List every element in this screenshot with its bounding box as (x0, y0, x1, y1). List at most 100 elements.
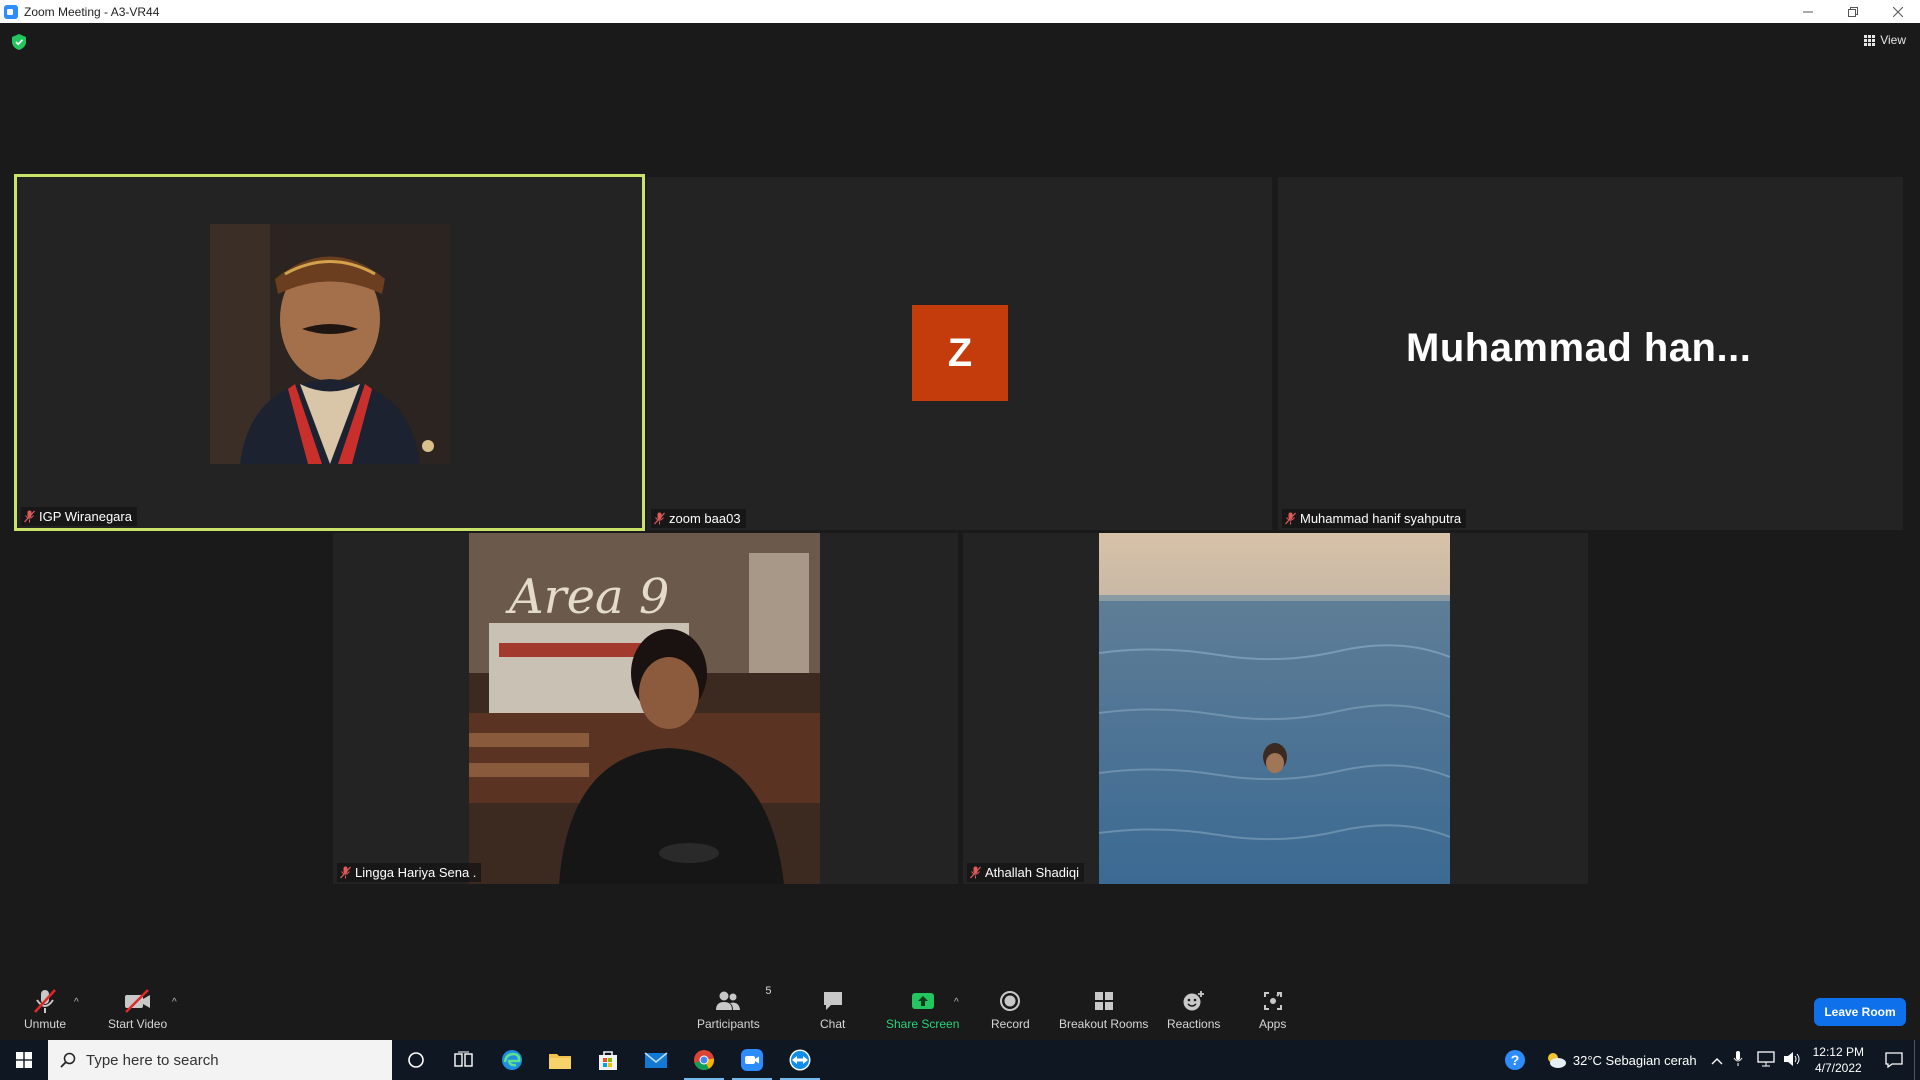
avatar: Z (912, 305, 1008, 401)
microphone-icon (1733, 1050, 1743, 1066)
chevron-up-icon (1711, 1057, 1723, 1064)
help-button[interactable]: ? (1495, 1049, 1535, 1071)
task-view-button[interactable] (440, 1040, 488, 1080)
windows-taskbar: Type here to search ? 32°C Sebagian cera… (0, 1040, 1920, 1080)
video-tile-athallah-shadiqi[interactable]: Athallah Shadiqi (963, 533, 1588, 884)
participants-button[interactable]: 5 Participants (697, 985, 771, 1031)
mail-icon (644, 1052, 668, 1068)
reactions-button[interactable]: Reactions (1167, 988, 1220, 1031)
zoom-icon (741, 1049, 763, 1071)
share-options-chevron-up-icon[interactable]: ^ (954, 997, 959, 1008)
svg-text:?: ? (1511, 1052, 1520, 1068)
participant-name-tag: IGP Wiranegara (21, 507, 137, 526)
apps-icon (1262, 988, 1284, 1014)
show-desktop-button[interactable] (1914, 1040, 1920, 1080)
notifications-button[interactable] (1874, 1052, 1914, 1068)
encryption-shield-icon[interactable] (12, 34, 26, 50)
chat-icon (822, 988, 844, 1014)
close-button[interactable] (1875, 0, 1920, 23)
record-icon (999, 988, 1021, 1014)
show-hidden-icons-button[interactable] (1711, 1053, 1727, 1068)
audio-options-chevron-up-icon[interactable]: ^ (74, 997, 79, 1008)
mic-muted-icon (1285, 512, 1296, 525)
video-tile-lingga-hariya-sena[interactable]: Area 9 Lingga Hariya Sena . (333, 533, 958, 884)
teamviewer-button[interactable] (776, 1040, 824, 1080)
teamviewer-icon (789, 1049, 811, 1071)
folder-icon (549, 1054, 571, 1069)
breakout-rooms-icon (1093, 988, 1115, 1014)
video-options-chevron-up-icon[interactable]: ^ (172, 997, 177, 1008)
window-controls (1785, 0, 1920, 23)
window-title: Zoom Meeting - A3-VR44 (24, 4, 160, 19)
file-explorer-button[interactable] (536, 1040, 584, 1080)
reactions-label: Reactions (1167, 1017, 1221, 1031)
participant-name: Athallah Shadiqi (985, 865, 1079, 880)
participant-name: zoom baa03 (669, 511, 741, 526)
unmute-button[interactable]: Unmute (24, 988, 66, 1031)
participant-name-tag: zoom baa03 (651, 509, 746, 528)
mic-muted-icon (340, 866, 351, 879)
network-tray-button[interactable] (1756, 1050, 1777, 1070)
minimize-button[interactable] (1785, 0, 1830, 23)
start-video-button[interactable]: Start Video (108, 988, 167, 1031)
participant-name-tag: Lingga Hariya Sena . (337, 863, 482, 882)
participant-name-tag: Muhammad hanif syahputra (1282, 509, 1467, 528)
title-bar: Zoom Meeting - A3-VR44 (0, 0, 1920, 23)
mail-button[interactable] (632, 1040, 680, 1080)
participant-video: Area 9 (469, 533, 820, 884)
participant-video (1099, 533, 1450, 884)
chat-button[interactable]: Chat (820, 988, 845, 1031)
svg-text:Area 9: Area 9 (505, 569, 669, 625)
taskbar-search-box[interactable]: Type here to search (48, 1040, 392, 1080)
view-button[interactable]: View (1864, 33, 1906, 47)
reactions-smiley-icon (1182, 988, 1206, 1014)
clock-date: 4/7/2022 (1814, 1061, 1862, 1075)
edge-browser-button[interactable] (488, 1040, 536, 1080)
mic-muted-icon (970, 866, 981, 879)
close-icon (1892, 6, 1903, 17)
edge-icon (502, 1050, 522, 1070)
video-tile-muhammad-hanif[interactable]: Muhammad han... Muhammad hanif syahputra (1278, 177, 1903, 530)
volume-tray-button[interactable] (1783, 1051, 1803, 1070)
apps-button[interactable]: Apps (1259, 988, 1286, 1031)
share-screen-button[interactable]: Share Screen (886, 988, 959, 1031)
taskbar-clock[interactable]: 12:12 PM 4/7/2022 (1813, 1044, 1864, 1076)
participant-display-name: Muhammad han... (1406, 326, 1752, 370)
speaker-icon (1783, 1051, 1800, 1066)
chrome-icon (694, 1050, 715, 1071)
share-screen-icon (910, 988, 936, 1014)
microsoft-store-button[interactable] (584, 1040, 632, 1080)
record-label: Record (991, 1017, 1030, 1031)
participant-name-tag: Athallah Shadiqi (967, 863, 1084, 882)
restore-button[interactable] (1830, 0, 1875, 23)
search-icon (60, 1052, 76, 1068)
notification-icon (1885, 1052, 1903, 1068)
mic-muted-icon (32, 988, 58, 1014)
search-placeholder: Type here to search (86, 1051, 219, 1069)
video-tile-zoom-baa03[interactable]: Z zoom baa03 (647, 177, 1272, 530)
share-screen-label: Share Screen (886, 1017, 960, 1031)
record-button[interactable]: Record (991, 988, 1030, 1031)
weather-widget[interactable]: 32°C Sebagian cerah (1545, 1051, 1697, 1069)
apps-label: Apps (1259, 1017, 1287, 1031)
minimize-icon (1802, 11, 1813, 12)
zoom-taskbar-button[interactable] (728, 1040, 776, 1080)
store-icon (599, 1051, 617, 1070)
leave-room-button[interactable]: Leave Room (1814, 998, 1906, 1026)
task-view-icon (454, 1051, 473, 1067)
participant-name: Muhammad hanif syahputra (1300, 511, 1462, 526)
partly-cloudy-icon (1547, 1053, 1566, 1068)
breakout-rooms-label: Breakout Rooms (1059, 1017, 1149, 1031)
chrome-button[interactable] (680, 1040, 728, 1080)
view-label: View (1880, 33, 1906, 47)
windows-logo-icon (16, 1052, 32, 1068)
meeting-area: View IGP Wiranegara Z zoom baa03 Muhamma… (0, 23, 1920, 970)
cortana-circle-icon (408, 1052, 424, 1068)
chat-label: Chat (820, 1017, 846, 1031)
system-tray: ? 32°C Sebagian cerah 12:12 PM 4/7/2022 (1495, 1040, 1920, 1080)
breakout-rooms-button[interactable]: Breakout Rooms (1059, 988, 1148, 1031)
microphone-tray-button[interactable] (1733, 1050, 1751, 1070)
video-tile-igp-wiranegara[interactable]: IGP Wiranegara (14, 174, 645, 531)
cortana-button[interactable] (392, 1040, 440, 1080)
start-button[interactable] (0, 1040, 48, 1080)
